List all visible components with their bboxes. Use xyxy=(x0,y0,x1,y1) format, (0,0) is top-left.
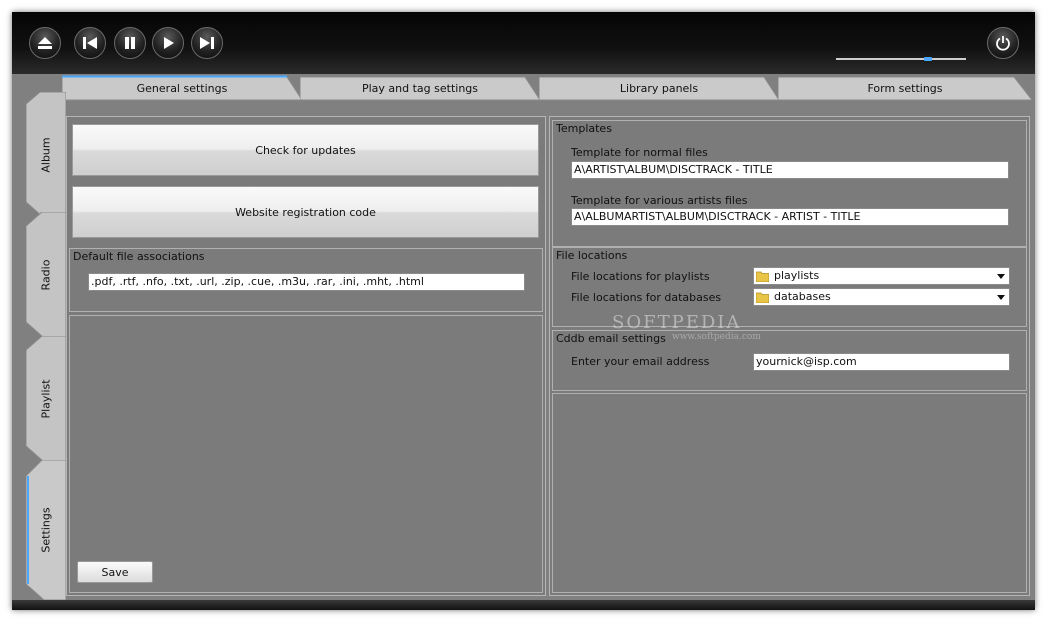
transport-bar xyxy=(12,12,1035,74)
folder-icon xyxy=(756,271,769,282)
file-associations-title: Default file associations xyxy=(73,250,205,263)
play-button[interactable] xyxy=(152,27,184,59)
databases-location-select[interactable]: databases xyxy=(753,288,1010,306)
tab-label: General settings xyxy=(136,81,228,95)
general-settings-panel: Check for updates Website registration c… xyxy=(66,116,546,596)
eject-icon xyxy=(38,37,52,49)
save-button[interactable]: Save xyxy=(77,561,153,583)
website-registration-button[interactable]: Website registration code xyxy=(72,186,539,238)
power-icon xyxy=(996,36,1010,51)
check-for-updates-button[interactable]: Check for updates xyxy=(72,124,539,176)
pause-button[interactable] xyxy=(114,27,146,59)
tab-library-panels[interactable]: Library panels xyxy=(539,75,779,101)
file-associations-group: Default file associations .pdf, .rtf, .n… xyxy=(69,248,543,312)
power-button[interactable] xyxy=(987,27,1019,59)
right-empty-group xyxy=(552,393,1027,593)
file-locations-group: File locations File locations for playli… xyxy=(552,247,1027,327)
chevron-down-icon[interactable] xyxy=(997,274,1005,279)
normal-template-label: Template for normal files xyxy=(571,146,708,159)
email-label: Enter your email address xyxy=(571,355,710,368)
cddb-email-group: Cddb email settings Enter your email add… xyxy=(552,330,1027,391)
playlists-location-value: playlists xyxy=(774,269,820,282)
various-template-label: Template for various artists files xyxy=(571,194,748,207)
tab-label: Form settings xyxy=(867,81,943,95)
skip-back-icon xyxy=(83,37,97,49)
databases-location-value: databases xyxy=(774,290,831,303)
templates-group: Templates Template for normal files A\AR… xyxy=(552,120,1027,247)
file-associations-input[interactable]: .pdf, .rtf, .nfo, .txt, .url, .zip, .cue… xyxy=(88,273,525,291)
chevron-down-icon[interactable] xyxy=(997,295,1005,300)
various-template-input[interactable]: A\ALBUMARTIST\ALBUM\DISCTRACK - ARTIST -… xyxy=(571,208,1009,226)
templates-locations-panel: Templates Template for normal files A\AR… xyxy=(549,116,1030,596)
normal-template-input[interactable]: A\ARTIST\ALBUM\DISCTRACK - TITLE xyxy=(571,161,1009,179)
bottom-bar xyxy=(12,600,1035,610)
side-tab-label: Radio xyxy=(39,259,53,291)
tab-play-and-tag-settings[interactable]: Play and tag settings xyxy=(300,75,540,101)
side-tab-label: Album xyxy=(39,137,53,173)
playlists-location-label: File locations for playlists xyxy=(571,270,710,283)
volume-slider-knob[interactable] xyxy=(923,57,932,61)
tab-form-settings[interactable]: Form settings xyxy=(778,75,1032,101)
volume-slider[interactable] xyxy=(836,57,966,61)
email-input[interactable]: yournick@isp.com xyxy=(753,353,1010,371)
previous-button[interactable] xyxy=(74,27,106,59)
tab-general-settings[interactable]: General settings xyxy=(62,75,302,101)
play-icon xyxy=(164,37,174,49)
side-tab-label: Settings xyxy=(39,507,53,553)
folder-icon xyxy=(756,292,769,303)
side-tab-playlist[interactable]: Playlist xyxy=(26,336,66,462)
tab-label: Play and tag settings xyxy=(361,81,479,95)
save-label: Save xyxy=(101,565,129,579)
side-tab-settings[interactable]: Settings xyxy=(26,460,66,600)
side-tab-label: Playlist xyxy=(39,379,53,419)
side-tab-album[interactable]: Album xyxy=(26,92,66,218)
check-for-updates-label: Check for updates xyxy=(255,143,356,157)
left-empty-group xyxy=(69,315,543,593)
app-window: General settings Play and tag settings L… xyxy=(12,12,1035,610)
cddb-email-title: Cddb email settings xyxy=(556,332,666,345)
tab-label: Library panels xyxy=(619,81,699,95)
file-locations-title: File locations xyxy=(556,249,628,262)
pause-icon xyxy=(125,37,135,49)
next-button[interactable] xyxy=(191,27,223,59)
templates-title: Templates xyxy=(556,122,612,135)
skip-forward-icon xyxy=(200,37,214,49)
settings-area: General settings Play and tag settings L… xyxy=(12,74,1035,610)
playlists-location-select[interactable]: playlists xyxy=(753,267,1010,285)
website-registration-label: Website registration code xyxy=(235,205,376,219)
databases-location-label: File locations for databases xyxy=(571,291,722,304)
side-tab-radio[interactable]: Radio xyxy=(26,212,66,338)
eject-button[interactable] xyxy=(29,27,61,59)
